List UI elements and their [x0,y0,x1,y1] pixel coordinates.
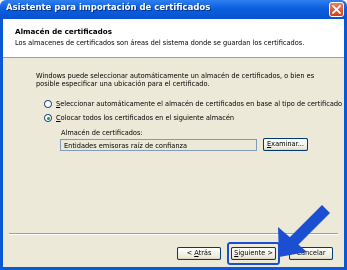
pointer-arrow-icon [278,205,330,257]
